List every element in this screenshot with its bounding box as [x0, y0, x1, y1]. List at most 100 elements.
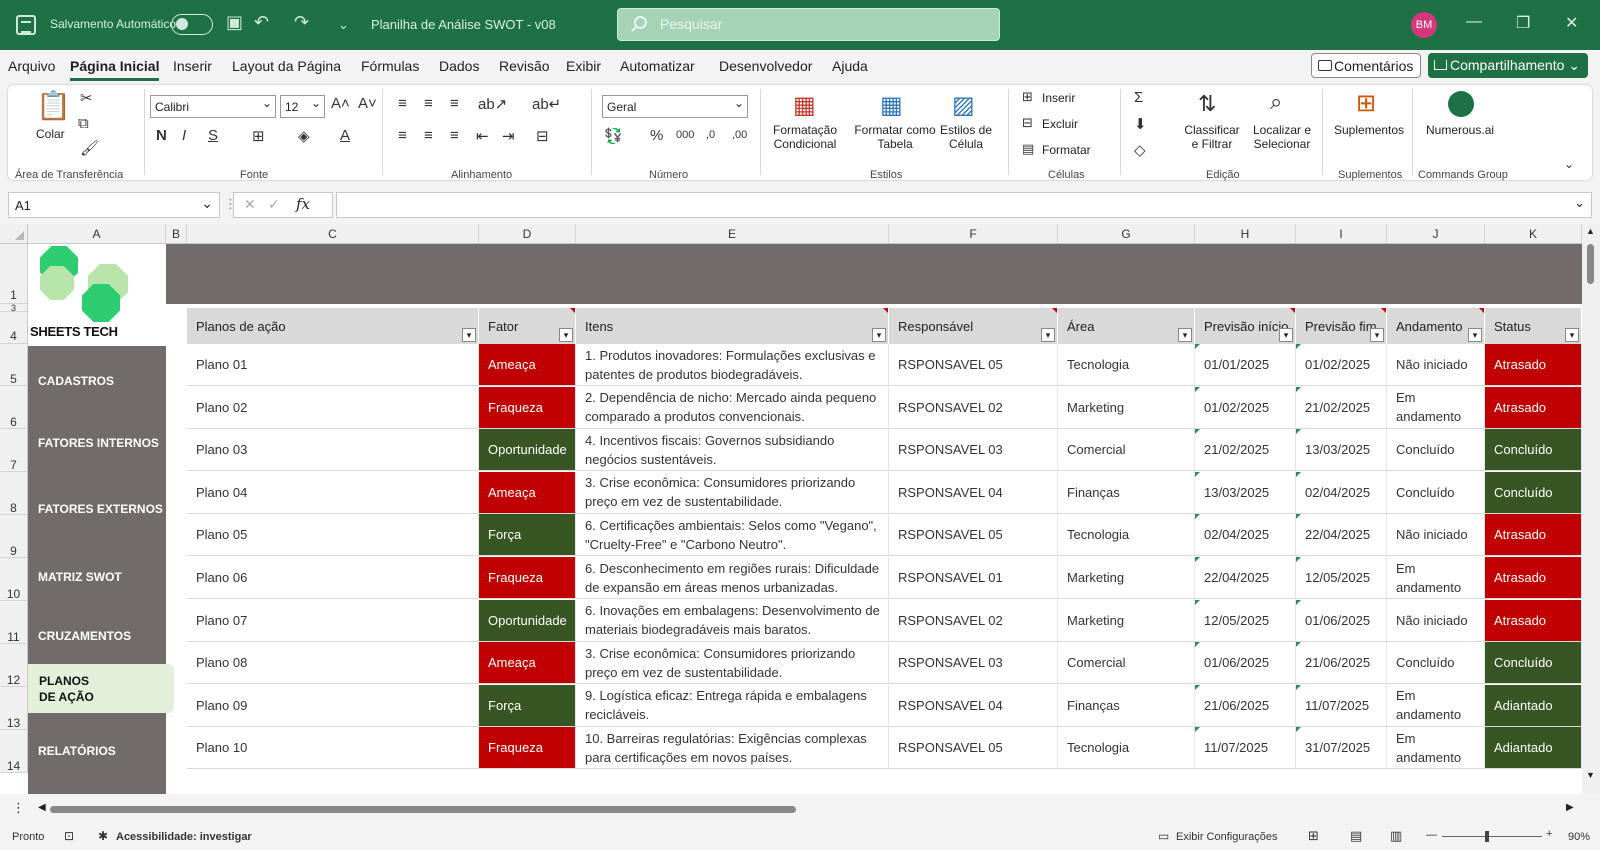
cell-status[interactable]: Atrasado — [1485, 599, 1582, 642]
cell-plano[interactable]: Plano 05 — [187, 514, 479, 557]
collapse-ribbon-icon[interactable]: ⌄ — [1564, 157, 1574, 171]
cell-itens[interactable]: 6. Desconhecimento em regiões rurais: Di… — [576, 557, 889, 599]
filter-dropdown-icon[interactable]: ▾ — [1565, 328, 1579, 342]
column-header-i[interactable]: I — [1296, 224, 1387, 244]
cell-area[interactable]: Finanças — [1058, 684, 1195, 727]
menu-formulas[interactable]: Fórmulas — [361, 58, 419, 74]
wrap-text-icon[interactable]: ab↵ — [532, 95, 561, 113]
decrease-indent-icon[interactable]: ⇤ — [476, 127, 489, 145]
filter-dropdown-icon[interactable]: ▾ — [462, 328, 476, 342]
cell-andamento[interactable]: Em andamento — [1387, 684, 1485, 727]
nav-relatorios[interactable]: RELATÓRIOS — [38, 744, 116, 758]
cell-area[interactable]: Comercial — [1058, 429, 1195, 472]
scroll-down-icon[interactable]: ▼ — [1586, 770, 1595, 780]
nav-matriz-swot[interactable]: MATRIZ SWOT — [38, 570, 122, 584]
menu-desenvolvedor[interactable]: Desenvolvedor — [719, 58, 812, 74]
zoom-in-icon[interactable]: + — [1546, 828, 1552, 840]
macro-record-icon[interactable]: ⊡ — [64, 829, 74, 843]
table-header-fator[interactable]: Fator ▾ — [479, 308, 576, 344]
document-title[interactable]: Planilha de Análise SWOT - v08 — [371, 17, 556, 32]
row-header-1[interactable]: 1 — [0, 244, 28, 304]
cell-status[interactable]: Concluído — [1485, 429, 1582, 472]
number-format-combo[interactable]: Geral — [602, 95, 748, 118]
conditional-formatting-icon[interactable]: ▦ — [793, 91, 816, 120]
column-header-j[interactable]: J — [1387, 224, 1485, 244]
cell-area[interactable]: Marketing — [1058, 599, 1195, 642]
cell-plano[interactable]: Plano 06 — [187, 557, 479, 599]
paste-label[interactable]: Colar — [36, 127, 65, 141]
formula-input[interactable]: ⌄ — [336, 192, 1592, 218]
cell-previsao-fim[interactable]: 12/05/2025 — [1296, 557, 1387, 599]
table-header-status[interactable]: Status ▾ — [1485, 308, 1582, 344]
cell-previsao-fim[interactable]: 11/07/2025 — [1296, 684, 1387, 727]
increase-font-icon[interactable]: A˄ — [331, 95, 350, 112]
fill-icon[interactable]: ⬇ — [1134, 115, 1147, 133]
cell-plano[interactable]: Plano 09 — [187, 684, 479, 727]
cell-itens[interactable]: 2. Dependência de nicho: Mercado ainda p… — [576, 386, 889, 429]
cell-fator[interactable]: Fraqueza — [479, 727, 576, 770]
cell-area[interactable]: Finanças — [1058, 471, 1195, 514]
cell-status[interactable]: Concluído — [1485, 642, 1582, 685]
table-header-previsao-inicio[interactable]: Previsão início ▾ — [1195, 308, 1296, 344]
cell-plano[interactable]: Plano 08 — [187, 642, 479, 685]
name-box[interactable]: A1 — [8, 192, 220, 218]
find-select-icon[interactable]: ⌕ — [1270, 89, 1282, 115]
column-header-f[interactable]: F — [889, 224, 1058, 244]
cancel-icon[interactable]: ✕ — [244, 196, 256, 213]
cell-status[interactable]: Atrasado — [1485, 514, 1582, 557]
sheet-options-icon[interactable]: ⋮ — [12, 800, 25, 816]
align-top-icon[interactable]: ≡ — [398, 95, 407, 112]
cell-area[interactable]: Tecnologia — [1058, 727, 1195, 770]
menu-layout[interactable]: Layout da Página — [232, 58, 341, 74]
enter-icon[interactable]: ✓ — [268, 196, 280, 213]
cell-previsao-fim[interactable]: 21/02/2025 — [1296, 386, 1387, 429]
cell-area[interactable]: Comercial — [1058, 642, 1195, 685]
cell-plano[interactable]: Plano 03 — [187, 429, 479, 472]
cell-status[interactable]: Adiantado — [1485, 727, 1582, 770]
align-left-icon[interactable]: ≡ — [398, 127, 407, 144]
format-painter-icon[interactable]: 🖌 — [80, 139, 99, 157]
cell-plano[interactable]: Plano 04 — [187, 471, 479, 514]
menu-pagina-inicial[interactable]: Página Inicial — [70, 58, 160, 81]
table-header-responsavel[interactable]: Responsável ▾ — [889, 308, 1058, 344]
cell-previsao-fim[interactable]: 02/04/2025 — [1296, 471, 1387, 514]
addins-icon[interactable]: ⊞ — [1356, 89, 1376, 118]
cell-itens[interactable]: 1. Produtos inovadores: Formulações excl… — [576, 344, 889, 386]
cell-plano[interactable]: Plano 01 — [187, 344, 479, 386]
cell-responsavel[interactable]: RSPONSAVEL 04 — [889, 684, 1058, 727]
menu-arquivo[interactable]: Arquivo — [8, 58, 55, 74]
redo-icon[interactable]: ↷ — [294, 12, 309, 33]
row-header-6[interactable]: 6 — [0, 386, 28, 429]
cell-plano[interactable]: Plano 07 — [187, 599, 479, 642]
vertical-scrollbar[interactable]: ▲ ▼ — [1582, 224, 1600, 794]
table-header-planos[interactable]: Planos de ação ▾ — [187, 308, 479, 344]
cell-previsao-inicio[interactable]: 21/02/2025 — [1195, 429, 1296, 472]
decrease-decimal-icon[interactable]: ,00 — [732, 129, 747, 141]
restore-icon[interactable]: ❐ — [1516, 13, 1530, 33]
column-header-d[interactable]: D — [479, 224, 576, 244]
cell-itens[interactable]: 10. Barreiras regulatórias: Exigências c… — [576, 727, 889, 770]
search-box[interactable]: Pesquisar — [617, 8, 1000, 41]
cell-previsao-inicio[interactable]: 01/06/2025 — [1195, 642, 1296, 685]
cell-previsao-inicio[interactable]: 01/01/2025 — [1195, 344, 1296, 386]
row-header-3[interactable]: 3 — [0, 304, 28, 313]
autosave-toggle[interactable] — [171, 14, 213, 35]
column-header-k[interactable]: K — [1485, 224, 1582, 244]
menu-ajuda[interactable]: Ajuda — [832, 58, 868, 74]
cell-andamento[interactable]: Não iniciado — [1387, 514, 1485, 557]
row-header-7[interactable]: 7 — [0, 429, 28, 472]
cell-status[interactable]: Adiantado — [1485, 684, 1582, 727]
zoom-slider-thumb[interactable] — [1485, 831, 1489, 842]
cell-andamento[interactable]: Concluído — [1387, 429, 1485, 472]
page-break-view-icon[interactable]: ▥ — [1390, 828, 1402, 844]
scroll-left-icon[interactable]: ◀ — [38, 802, 46, 813]
scroll-up-icon[interactable]: ▲ — [1586, 226, 1595, 236]
autosum-icon[interactable]: Σ — [1134, 89, 1143, 106]
zoom-out-icon[interactable]: — — [1426, 829, 1437, 841]
zoom-slider[interactable] — [1442, 836, 1542, 837]
row-header-11[interactable]: 11 — [0, 601, 28, 644]
paste-icon[interactable]: 📋 — [36, 89, 71, 122]
cell-previsao-inicio[interactable]: 13/03/2025 — [1195, 471, 1296, 514]
numerous-ai-icon[interactable] — [1448, 91, 1474, 117]
cell-previsao-inicio[interactable]: 11/07/2025 — [1195, 727, 1296, 770]
